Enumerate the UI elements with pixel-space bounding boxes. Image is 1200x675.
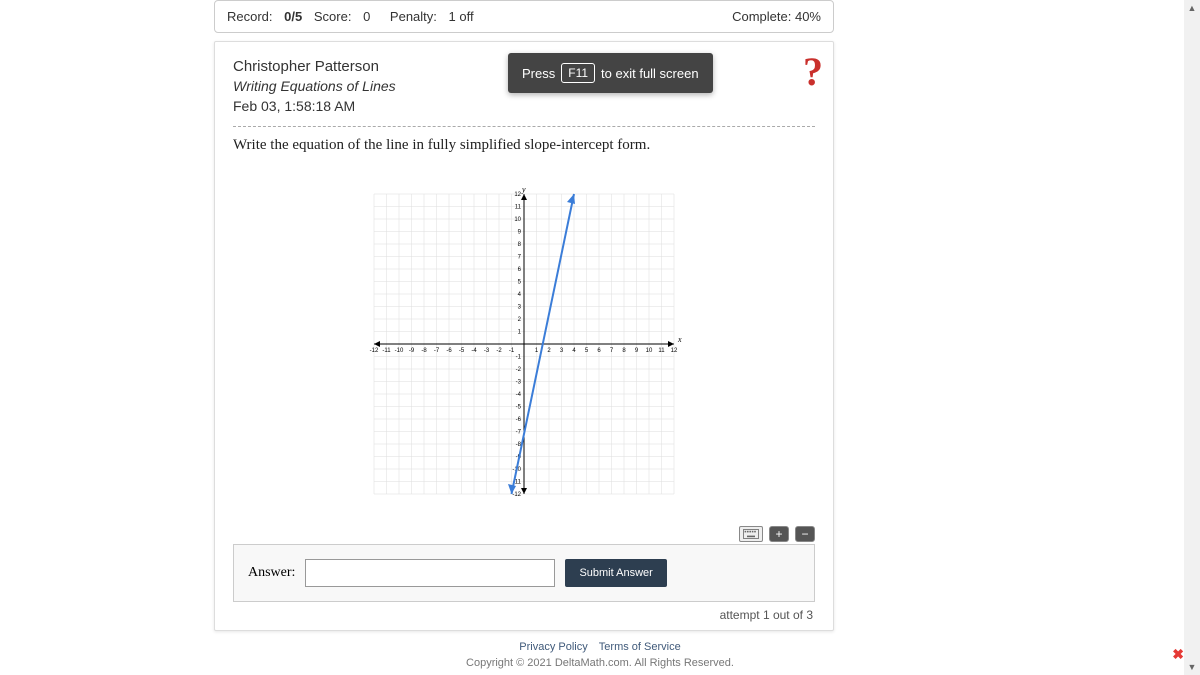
- svg-text:-7: -7: [516, 430, 522, 436]
- fullscreen-toast: Press F11 to exit full screen: [508, 53, 713, 93]
- score-label: Score: 0: [314, 9, 378, 24]
- complete-label: Complete: 40%: [732, 9, 821, 24]
- svg-text:-6: -6: [446, 348, 452, 354]
- svg-text:1: 1: [535, 348, 539, 354]
- svg-text:2: 2: [518, 317, 522, 323]
- svg-text:7: 7: [610, 348, 614, 354]
- press-text: Press: [522, 66, 555, 81]
- svg-text:-12: -12: [512, 492, 521, 498]
- svg-text:-4: -4: [516, 392, 522, 398]
- privacy-link[interactable]: Privacy Policy: [519, 641, 587, 653]
- svg-text:-10: -10: [395, 348, 404, 354]
- svg-text:-3: -3: [516, 380, 522, 386]
- scroll-down-icon[interactable]: ▼: [1184, 659, 1200, 675]
- svg-text:-12: -12: [370, 348, 379, 354]
- svg-text:-8: -8: [421, 348, 427, 354]
- svg-text:y: y: [521, 185, 526, 194]
- main-panel: Record: 0/5 Score: 0 Penalty: 1 off Comp…: [214, 0, 834, 631]
- footer: Privacy Policy Terms of Service Copyrigh…: [0, 641, 1200, 669]
- submit-button[interactable]: Submit Answer: [565, 559, 666, 587]
- vertical-scrollbar[interactable]: ▲ ▼: [1184, 0, 1200, 675]
- svg-text:4: 4: [572, 348, 576, 354]
- terms-link[interactable]: Terms of Service: [599, 641, 681, 653]
- svg-text:-7: -7: [434, 348, 440, 354]
- svg-text:11: 11: [658, 348, 665, 354]
- record-label: Record: 0/5: [227, 9, 302, 24]
- tools-row: + −: [233, 524, 815, 544]
- svg-text:8: 8: [622, 348, 626, 354]
- svg-text:12: 12: [514, 192, 521, 198]
- svg-text:-4: -4: [471, 348, 477, 354]
- svg-text:9: 9: [518, 230, 522, 236]
- svg-text:-6: -6: [516, 417, 522, 423]
- answer-label: Answer:: [248, 565, 295, 581]
- zoom-in-button[interactable]: +: [769, 526, 789, 542]
- svg-text:-1: -1: [509, 348, 515, 354]
- svg-text:-2: -2: [496, 348, 502, 354]
- graph-container: x y -12-12-11-11-10-10-9-9-8-8-7-7-6-6-5…: [233, 184, 815, 504]
- svg-text:3: 3: [560, 348, 564, 354]
- svg-text:9: 9: [635, 348, 639, 354]
- svg-text:1: 1: [518, 330, 522, 336]
- svg-text:-1: -1: [516, 355, 522, 361]
- svg-text:10: 10: [646, 348, 653, 354]
- svg-text:-3: -3: [484, 348, 490, 354]
- close-icon[interactable]: ✖: [1172, 646, 1184, 663]
- svg-text:x: x: [677, 335, 682, 344]
- exit-text: to exit full screen: [601, 66, 699, 81]
- question-panel: ? Christopher Patterson Writing Equation…: [214, 41, 834, 631]
- scroll-up-icon[interactable]: ▲: [1184, 0, 1200, 16]
- timestamp: Feb 03, 1:58:18 AM: [233, 97, 815, 117]
- svg-text:3: 3: [518, 305, 522, 311]
- status-bar: Record: 0/5 Score: 0 Penalty: 1 off Comp…: [214, 0, 834, 33]
- svg-text:8: 8: [518, 242, 522, 248]
- coordinate-graph[interactable]: x y -12-12-11-11-10-10-9-9-8-8-7-7-6-6-5…: [364, 184, 684, 504]
- svg-text:-5: -5: [516, 405, 522, 411]
- svg-text:4: 4: [518, 292, 522, 298]
- copyright-text: Copyright © 2021 DeltaMath.com. All Righ…: [0, 657, 1200, 669]
- svg-text:6: 6: [518, 267, 522, 273]
- f11-key-badge: F11: [561, 63, 595, 83]
- question-text: Write the equation of the line in fully …: [233, 137, 815, 154]
- svg-text:-2: -2: [516, 367, 522, 373]
- keyboard-icon[interactable]: [739, 526, 763, 542]
- svg-text:7: 7: [518, 255, 522, 261]
- separator: [233, 126, 815, 127]
- answer-input[interactable]: [305, 559, 555, 587]
- svg-text:5: 5: [518, 280, 522, 286]
- svg-text:5: 5: [585, 348, 589, 354]
- svg-text:-9: -9: [409, 348, 415, 354]
- penalty-label: Penalty: 1 off: [390, 9, 482, 24]
- svg-text:-5: -5: [459, 348, 465, 354]
- svg-text:12: 12: [671, 348, 678, 354]
- attempt-counter: attempt 1 out of 3: [233, 602, 815, 622]
- svg-text:11: 11: [515, 205, 522, 211]
- help-icon[interactable]: ?: [803, 48, 823, 95]
- answer-row: Answer: Submit Answer: [233, 544, 815, 602]
- svg-text:2: 2: [547, 348, 551, 354]
- svg-text:-11: -11: [382, 348, 391, 354]
- svg-text:6: 6: [597, 348, 601, 354]
- svg-text:10: 10: [514, 217, 521, 223]
- zoom-out-button[interactable]: −: [795, 526, 815, 542]
